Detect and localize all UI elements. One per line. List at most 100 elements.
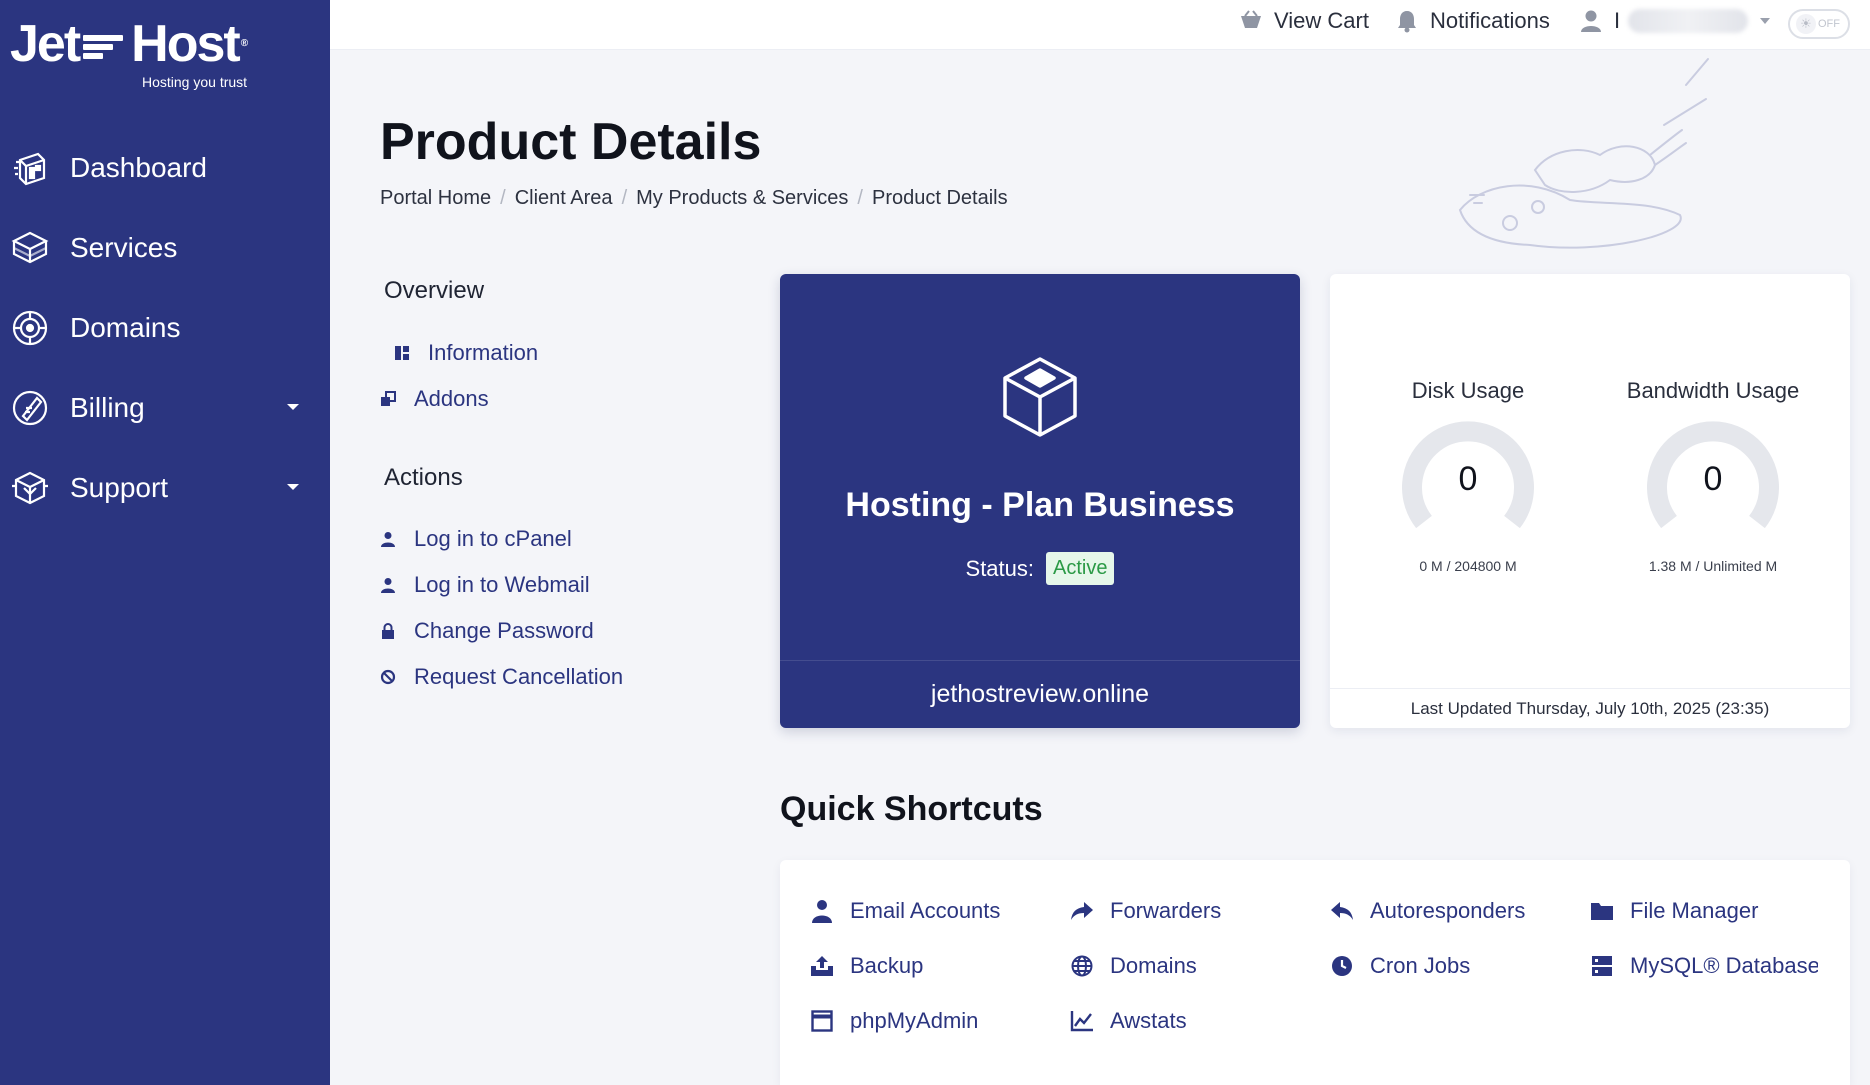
sidebar-item-label: Support (70, 472, 169, 503)
status-label: Status: (965, 555, 1034, 581)
shortcut-phpmyadmin[interactable]: phpMyAdmin (810, 1008, 1040, 1034)
disk-usage-meta: 0 M / 204800 M (1419, 558, 1517, 574)
page-title: Product Details (380, 113, 762, 171)
line-chart-icon (1070, 1009, 1094, 1033)
topbar: View Cart Notifications I ☀ OFF (330, 0, 1870, 50)
shortcut-label: File Manager (1630, 898, 1759, 923)
view-cart-link[interactable]: View Cart (1238, 8, 1369, 34)
ban-icon (380, 669, 396, 685)
shortcut-email-accounts[interactable]: Email Accounts (810, 898, 1040, 924)
user-icon (1578, 8, 1604, 34)
product-domain-text: jethostreview.online (930, 680, 1150, 708)
shortcut-label: MySQL® Databases (1630, 953, 1818, 978)
shortcut-file-manager[interactable]: File Manager (1590, 898, 1818, 924)
disk-usage-value: 0 (1458, 460, 1478, 498)
breadcrumb-client-area[interactable]: Client Area (515, 187, 613, 210)
sidebar: Jet Host ® Hosting you trust Dashboard S… (0, 0, 330, 1085)
shortcut-label: phpMyAdmin (850, 1008, 979, 1033)
upload-tray-icon (810, 954, 834, 978)
action-request-cancellation[interactable]: Request Cancellation (380, 664, 623, 690)
overview-link-addons[interactable]: Addons (380, 386, 489, 412)
support-icon (10, 468, 50, 508)
logo-bars-icon (83, 31, 127, 59)
action-label: Log in to Webmail (414, 572, 590, 597)
chevron-down-icon[interactable] (287, 484, 299, 490)
product-card: Hosting - Plan Business Status: Active j… (780, 274, 1300, 728)
overview-link-information[interactable]: Information (394, 340, 538, 366)
folder-icon (1590, 899, 1614, 923)
action-change-password[interactable]: Change Password (380, 618, 594, 644)
shortcut-label: Backup (850, 953, 924, 978)
breadcrumb-current: Product Details (871, 187, 1008, 209)
shortcut-forwarders[interactable]: Forwarders (1070, 898, 1300, 924)
dashboard-icon (10, 148, 50, 188)
shortcut-domains[interactable]: Domains (1070, 953, 1300, 979)
bandwidth-usage-title: Bandwidth Usage (1626, 378, 1800, 403)
shortcut-label: Forwarders (1110, 898, 1222, 923)
usage-last-updated: Last Updated Thursday, July 10th, 2025 (… (1330, 688, 1850, 728)
disk-usage-title: Disk Usage (1411, 378, 1525, 403)
cart-icon (1238, 8, 1264, 34)
overview-link-label: Information (428, 340, 539, 365)
info-grid-icon (394, 345, 410, 361)
theme-toggle[interactable]: ☀ OFF (1788, 9, 1850, 39)
bell-icon (1394, 8, 1420, 34)
sun-icon: ☀ (1796, 14, 1816, 34)
shortcut-label: Awstats (1110, 1008, 1187, 1033)
action-label: Request Cancellation (414, 664, 624, 689)
lock-icon (380, 623, 396, 639)
sidebar-item-services[interactable]: Services (0, 208, 330, 288)
action-login-cpanel[interactable]: Log in to cPanel (380, 526, 572, 552)
shortcut-autoresponders[interactable]: Autoresponders (1330, 898, 1560, 924)
quick-shortcuts-card: Email Accounts Forwarders Autoresponders… (780, 860, 1850, 1085)
shortcut-mysql-databases[interactable]: MySQL® Databases (1590, 953, 1818, 979)
sidebar-item-domains[interactable]: Domains (0, 288, 330, 368)
shortcut-backup[interactable]: Backup (810, 953, 1040, 979)
shortcut-cron-jobs[interactable]: Cron Jobs (1330, 953, 1560, 979)
services-box-icon (10, 228, 50, 268)
user-icon (380, 531, 396, 547)
brand-logo[interactable]: Jet Host ® Hosting you trust (10, 18, 270, 98)
chevron-down-icon[interactable] (287, 404, 299, 410)
brand-registered: ® (240, 38, 249, 49)
sidebar-item-billing[interactable]: Billing (0, 368, 330, 448)
forward-arrow-icon (1070, 899, 1094, 923)
billing-icon (10, 388, 50, 428)
sidebar-item-label: Services (70, 232, 178, 263)
quick-shortcuts-title: Quick Shortcuts (780, 790, 1043, 828)
action-label: Log in to cPanel (414, 526, 572, 551)
globe-icon (10, 308, 50, 348)
overview-link-label: Addons (414, 386, 489, 411)
user-icon (810, 899, 834, 923)
shortcut-awstats[interactable]: Awstats (1070, 1008, 1300, 1034)
breadcrumb-my-products[interactable]: My Products & Services (636, 187, 848, 210)
notifications-link[interactable]: Notifications (1394, 8, 1550, 34)
shortcut-label: Cron Jobs (1370, 953, 1471, 978)
disk-usage: Disk Usage 0 0 M / 204800 M (1348, 274, 1588, 654)
user-name-redacted (1628, 9, 1749, 33)
product-name: Hosting - Plan Business (845, 486, 1235, 524)
shortcut-label: Domains (1110, 953, 1197, 978)
breadcrumb-separator: / (621, 187, 628, 209)
theme-toggle-label: OFF (1818, 18, 1840, 30)
user-menu[interactable]: I (1578, 8, 1771, 34)
brand-name-right: Host (131, 15, 241, 73)
sidebar-nav: Dashboard Services Domains Billing Suppo… (0, 128, 330, 528)
usage-card: Disk Usage 0 0 M / 204800 M Bandwidth Us… (1330, 274, 1850, 728)
database-icon (1590, 954, 1614, 978)
product-domain[interactable]: jethostreview.online (780, 660, 1300, 728)
bandwidth-usage-value: 0 (1703, 460, 1723, 498)
breadcrumb-portal-home[interactable]: Portal Home (380, 187, 491, 210)
addons-icon (380, 391, 396, 407)
notifications-label: Notifications (1430, 8, 1550, 33)
sidebar-item-dashboard[interactable]: Dashboard (0, 128, 330, 208)
user-icon (380, 577, 396, 593)
status-row: Status: Active (780, 552, 1300, 585)
brand-name-left: Jet (10, 15, 81, 73)
shortcut-label: Email Accounts (850, 898, 1001, 923)
user-initial: I (1614, 8, 1621, 33)
shortcut-label: Autoresponders (1370, 898, 1526, 923)
action-label: Change Password (414, 618, 594, 643)
action-login-webmail[interactable]: Log in to Webmail (380, 572, 590, 598)
sidebar-item-support[interactable]: Support (0, 448, 330, 528)
